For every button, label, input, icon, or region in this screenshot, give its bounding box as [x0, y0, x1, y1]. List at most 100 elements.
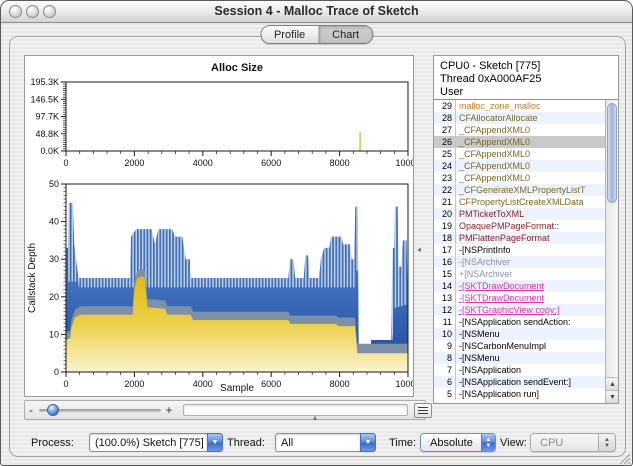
- list-item[interactable]: 12 -[SKTGraphicView copy:]: [434, 304, 605, 316]
- alloc-size-chart[interactable]: Alloc Size 0.0K 48.8K 97.7K 146.5K 195.3K 0 200…: [25, 58, 413, 183]
- horizontal-scroll-track[interactable]: [183, 404, 408, 416]
- view-popup[interactable]: CPU ▲ ▼: [530, 433, 616, 452]
- scroll-down-icon[interactable]: ▼: [606, 390, 618, 403]
- view-label: View:: [500, 437, 527, 449]
- close-button[interactable]: [9, 5, 22, 18]
- list-item[interactable]: 22 _CFGenerateXMLPropertyListT: [434, 184, 605, 196]
- row-number: 7: [434, 364, 456, 376]
- view-tabs: Profile Chart: [259, 25, 374, 44]
- row-label: _CFAppendXML0: [459, 125, 531, 135]
- row-label: CFAllocatorAllocate: [459, 113, 538, 123]
- tab-profile[interactable]: Profile: [260, 26, 319, 43]
- time-label: Time:: [389, 437, 417, 449]
- filter-bar: Process: (100.0%) Sketch [775] ▼ Thread:…: [10, 431, 627, 456]
- zoom-slider-thumb[interactable]: [47, 403, 59, 416]
- svg-text:Sample: Sample: [220, 383, 254, 394]
- view-value: CPU: [531, 434, 598, 451]
- zoom-slider[interactable]: [39, 403, 161, 416]
- scrollbar-thumb[interactable]: [607, 103, 617, 203]
- zoom-in-label: +: [165, 403, 173, 417]
- row-number: 23: [434, 172, 456, 184]
- row-number: 12: [434, 304, 456, 316]
- row-number: 8: [434, 352, 456, 364]
- resize-grip[interactable]: [617, 451, 630, 464]
- minimize-button[interactable]: [26, 5, 39, 18]
- zoom-out-label: -: [29, 403, 33, 417]
- chart-panel[interactable]: Alloc Size 0.0K 48.8K 97.7K 146.5K 195.3K 0 200…: [24, 55, 414, 397]
- svg-text:146.5K: 146.5K: [30, 94, 59, 104]
- row-number: 25: [434, 148, 456, 160]
- row-number: 29: [434, 100, 456, 112]
- svg-text:10: 10: [49, 329, 59, 339]
- callstack-depth-chart[interactable]: 0 10 20 30 40 50 0 2000 4000 6000 8000 10000 Sample C…: [25, 179, 413, 396]
- list-item[interactable]: 17 -[NSPrintInfo: [434, 244, 605, 256]
- list-item[interactable]: 25 _CFAppendXML0: [434, 148, 605, 160]
- row-label: _CFAppendXML0: [459, 149, 531, 159]
- row-number: 9: [434, 340, 456, 352]
- zoom-button[interactable]: [43, 5, 56, 18]
- row-label: _CFAppendXML0: [459, 173, 531, 183]
- row-label: -[NSMenu: [459, 353, 500, 363]
- process-combobox[interactable]: (100.0%) Sketch [775] ▼: [89, 433, 224, 452]
- list-scrollbar[interactable]: ▲ ▼: [605, 100, 618, 403]
- chevron-down-icon[interactable]: ▼: [360, 433, 376, 452]
- row-label: CFPropertyListCreateXMLData: [459, 197, 584, 207]
- inspector-header: CPU0 - Sketch [775] Thread 0xA000AF25 Us…: [434, 56, 618, 100]
- svg-text:10000: 10000: [395, 158, 413, 168]
- process-value: (100.0%) Sketch [775]: [89, 433, 207, 452]
- list-item[interactable]: 16 -[NSArchiver: [434, 256, 605, 268]
- row-number: 17: [434, 244, 456, 256]
- row-label: OpaquePMPageFormat::: [459, 221, 560, 231]
- list-item[interactable]: 13 -[SKTDrawDocument: [434, 292, 605, 304]
- list-item[interactable]: 7 -[NSApplication: [434, 364, 605, 376]
- list-item[interactable]: 9 -[NSCarbonMenuImpl: [434, 340, 605, 352]
- row-label: -[NSApplication sendEvent:]: [459, 377, 572, 387]
- list-item[interactable]: 6 -[NSApplication sendEvent:]: [434, 376, 605, 388]
- splitter-collapse-left-icon[interactable]: ◂: [417, 245, 421, 254]
- list-item[interactable]: 8 -[NSMenu: [434, 352, 605, 364]
- list-item[interactable]: 18 PMFlattenPageFormat: [434, 232, 605, 244]
- svg-text:6000: 6000: [261, 158, 281, 168]
- list-item[interactable]: 15 +[NSArchiver: [434, 268, 605, 280]
- list-item[interactable]: 20 PMTicketToXML: [434, 208, 605, 220]
- row-number: 18: [434, 232, 456, 244]
- svg-text:4000: 4000: [193, 158, 213, 168]
- list-item[interactable]: 14 -[SKTDrawDocument: [434, 280, 605, 292]
- splitter-collapse-up-icon[interactable]: ▴: [313, 413, 317, 422]
- svg-text:8000: 8000: [330, 158, 350, 168]
- list-item[interactable]: 27 _CFAppendXML0: [434, 124, 605, 136]
- row-label: _CFAppendXML0: [459, 137, 531, 147]
- window-title: Session 4 - Malloc Trace of Sketch: [214, 4, 419, 18]
- svg-text:30: 30: [49, 254, 59, 264]
- tab-chart[interactable]: Chart: [318, 26, 373, 43]
- list-item[interactable]: 10 -[NSMenu: [434, 328, 605, 340]
- list-item[interactable]: 28 CFAllocatorAllocate: [434, 112, 605, 124]
- svg-text:Alloc Size: Alloc Size: [211, 62, 263, 74]
- title-bar: Session 4 - Malloc Trace of Sketch: [1, 1, 632, 23]
- inspector-thread: Thread 0xA000AF25: [440, 73, 542, 85]
- inspector-process: CPU0 - Sketch [775]: [440, 60, 541, 72]
- list-item[interactable]: 29 malloc_zone_malloc: [434, 100, 605, 112]
- thread-combobox[interactable]: All ▼: [275, 433, 377, 452]
- list-item[interactable]: 19 OpaquePMPageFormat::: [434, 220, 605, 232]
- list-item[interactable]: 21 CFPropertyListCreateXMLData: [434, 196, 605, 208]
- row-number: 16: [434, 256, 456, 268]
- list-item[interactable]: 23 _CFAppendXML0: [434, 172, 605, 184]
- list-item[interactable]: 11 -[NSApplication sendAction:: [434, 316, 605, 328]
- time-value: Absolute: [421, 434, 481, 451]
- svg-text:195.3K: 195.3K: [30, 77, 59, 87]
- list-item[interactable]: 26 _CFAppendXML0: [434, 136, 605, 148]
- row-number: 27: [434, 124, 456, 136]
- scroll-up-icon[interactable]: ▲: [606, 377, 618, 390]
- row-number: 24: [434, 160, 456, 172]
- chevron-down-icon[interactable]: ▼: [207, 433, 223, 452]
- list-lines-icon[interactable]: [414, 402, 432, 418]
- stepper-down-icon: ▼: [604, 442, 610, 449]
- stepper-icon[interactable]: ▲ ▼: [598, 434, 615, 451]
- list-item[interactable]: 5 -[NSApplication run]: [434, 388, 605, 400]
- list-item[interactable]: 24 _CFAppendXML0: [434, 160, 605, 172]
- row-number: 19: [434, 220, 456, 232]
- stepper-icon[interactable]: ▲ ▼: [480, 434, 495, 451]
- time-popup[interactable]: Absolute ▲ ▼: [420, 433, 496, 452]
- row-number: 28: [434, 112, 456, 124]
